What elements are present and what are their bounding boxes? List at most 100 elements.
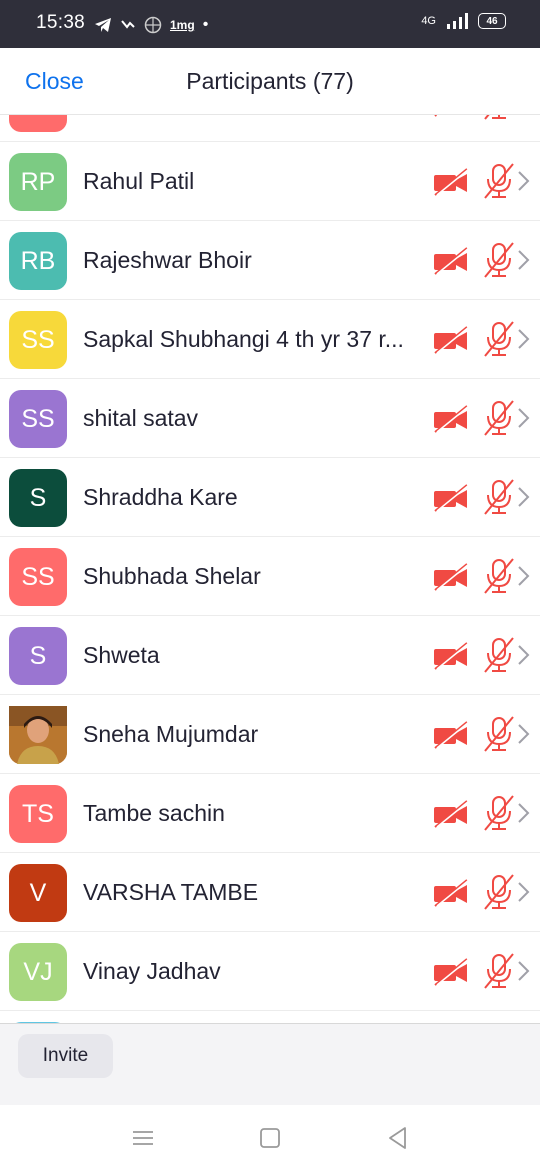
participant-name: Shubhada Shelar	[83, 563, 261, 589]
participant-row[interactable]: S Shweta	[0, 616, 540, 695]
recent-apps-icon[interactable]	[130, 1125, 156, 1151]
video-off-icon	[434, 642, 470, 670]
chevron-right-icon[interactable]	[515, 644, 531, 666]
participant-name: VARSHA TAMBE	[83, 879, 259, 905]
video-off-icon	[434, 326, 470, 354]
missed-call-icon	[121, 20, 135, 29]
participant-row[interactable]: RP Rahul Patil	[0, 142, 540, 221]
notification-icons: 1mg •	[94, 14, 208, 36]
mic-muted-icon	[484, 479, 514, 515]
invite-button[interactable]: Invite	[18, 1034, 113, 1078]
home-icon[interactable]	[257, 1125, 283, 1151]
participant-row[interactable]: SS Sapkal Shubhangi 4 th yr 37 r...	[0, 300, 540, 379]
video-off-icon	[434, 800, 470, 828]
avatar: SS	[9, 548, 67, 606]
mic-muted-icon	[484, 163, 514, 199]
participant-row[interactable]: SS Shubhada Shelar	[0, 537, 540, 616]
network-type: 4G	[421, 15, 436, 27]
mic-muted-icon	[484, 953, 514, 989]
participant-row[interactable]: S Shraddha Kare	[0, 458, 540, 537]
avatar-initials: S	[29, 483, 47, 512]
avatar-initials: RB	[20, 246, 56, 275]
participant-name: Tambe sachin	[83, 800, 225, 826]
video-off-icon	[434, 405, 470, 433]
globe-icon	[144, 16, 162, 34]
signal-icon	[447, 13, 468, 29]
avatar: VJ	[9, 943, 67, 1001]
mic-muted-icon	[484, 400, 514, 436]
status-bar: 15:38 1mg • 4G 46	[0, 0, 540, 48]
participant-row[interactable]: TS Tambe sachin	[0, 774, 540, 853]
chevron-right-icon[interactable]	[515, 486, 531, 508]
telegram-icon	[95, 18, 111, 32]
avatar-initials: V	[29, 878, 47, 907]
status-time: 15:38	[36, 12, 86, 33]
avatar: S	[9, 469, 67, 527]
avatar-initials: SS	[21, 562, 55, 591]
back-icon[interactable]	[385, 1125, 411, 1151]
header-bar: Close Participants (77)	[0, 48, 540, 115]
system-nav-bar	[0, 1105, 540, 1170]
chevron-right-icon[interactable]	[515, 802, 531, 824]
dot-icon: •	[202, 16, 209, 33]
avatar	[9, 115, 67, 132]
avatar: V	[9, 864, 67, 922]
avatar: SS	[9, 390, 67, 448]
mic-muted-icon	[484, 874, 514, 910]
participant-row[interactable]: V VARSHA TAMBE	[0, 853, 540, 932]
video-off-icon	[434, 484, 470, 512]
video-off-icon	[434, 879, 470, 907]
avatar-initials: TS	[22, 799, 54, 828]
avatar-initials: SS	[21, 404, 55, 433]
participant-row[interactable]: SS shital satav	[0, 379, 540, 458]
avatar-photo	[9, 706, 67, 764]
participant-name: shital satav	[83, 405, 199, 431]
chevron-right-icon[interactable]	[515, 170, 531, 192]
participant-name: Rahul Patil	[83, 168, 195, 194]
chevron-right-icon[interactable]	[515, 723, 531, 745]
participant-row[interactable]	[0, 115, 540, 142]
video-off-icon	[434, 247, 470, 275]
avatar-initials: SS	[21, 325, 55, 354]
chevron-right-icon[interactable]	[515, 328, 531, 350]
video-off-icon	[434, 168, 470, 196]
participant-name: Shraddha Kare	[83, 484, 238, 510]
mic-muted-icon	[484, 115, 506, 120]
mic-muted-icon	[484, 637, 514, 673]
participant-name: Rajeshwar Bhoir	[83, 247, 252, 273]
video-off-icon	[434, 958, 470, 986]
chevron-right-icon[interactable]	[515, 960, 531, 982]
participant-name: Sneha Mujumdar	[83, 721, 259, 747]
avatar-initials: RP	[20, 167, 56, 196]
participant-row[interactable]: RB Rajeshwar Bhoir	[0, 221, 540, 300]
participant-row[interactable]: VJ Vinay Jadhav	[0, 932, 540, 1011]
participant-list[interactable]: RP Rahul Patil RB Rajeshwar Bhoir SS Sapkal S…	[0, 115, 540, 1023]
participant-row[interactable]	[0, 1011, 540, 1023]
avatar: TS	[9, 785, 67, 843]
chevron-right-icon[interactable]	[515, 565, 531, 587]
mic-muted-icon	[484, 321, 514, 357]
mic-muted-icon	[484, 795, 514, 831]
avatar-initials: S	[29, 641, 47, 670]
video-off-icon	[434, 115, 440, 117]
participant-row[interactable]: Sneha Mujumdar	[0, 695, 540, 774]
status-right: 4G 46	[421, 13, 506, 29]
participant-name: Shweta	[83, 642, 160, 668]
avatar-initials: VJ	[23, 957, 53, 986]
video-off-icon	[434, 563, 470, 591]
bottom-bar: Invite	[0, 1023, 540, 1106]
participant-name: Sapkal Shubhangi 4 th yr 37 r...	[83, 326, 404, 352]
avatar: SS	[9, 311, 67, 369]
chevron-right-icon[interactable]	[515, 249, 531, 271]
app-1mg-icon: 1mg	[170, 18, 195, 32]
mic-muted-icon	[484, 558, 514, 594]
participant-name: Vinay Jadhav	[83, 958, 221, 984]
avatar: RB	[9, 232, 67, 290]
avatar: RP	[9, 153, 67, 211]
mic-muted-icon	[484, 716, 514, 752]
battery-icon: 46	[478, 13, 506, 29]
chevron-right-icon[interactable]	[515, 407, 531, 429]
avatar: S	[9, 627, 67, 685]
video-off-icon	[434, 721, 470, 749]
chevron-right-icon[interactable]	[515, 881, 531, 903]
